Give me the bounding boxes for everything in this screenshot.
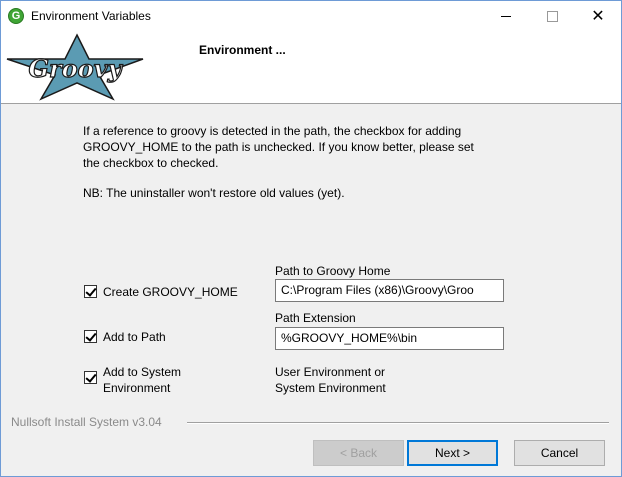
maximize-button (529, 1, 575, 31)
groovy-app-icon: G (8, 8, 24, 24)
create-groovy-home-checkbox[interactable] (84, 285, 97, 298)
page-title: Environment ... (199, 43, 286, 57)
logo-text: Groovy (28, 54, 123, 83)
add-to-system-env-checkbox[interactable] (84, 371, 97, 384)
intro-paragraph-2: NB: The uninstaller won't restore old va… (83, 186, 345, 200)
add-to-path-checkbox[interactable] (84, 330, 97, 343)
intro-text: If a reference to groovy is detected in … (83, 123, 483, 215)
footer-divider (187, 422, 609, 424)
app-icon-letter: G (11, 10, 21, 22)
window-controls: ✕ (483, 1, 621, 31)
window-title: Environment Variables (31, 9, 151, 23)
title-bar[interactable]: G Environment Variables ✕ (1, 1, 621, 31)
groovy-home-path-label: Path to Groovy Home (275, 264, 391, 278)
create-groovy-home-label: Create GROOVY_HOME (103, 285, 238, 299)
path-extension-label: Path Extension (275, 311, 356, 325)
installer-window: G Environment Variables ✕ Groovy Environ… (0, 0, 622, 477)
nsis-brand-label: Nullsoft Install System v3.04 (11, 415, 162, 429)
environment-type-line2: System Environment (275, 381, 386, 395)
environment-type-label: User Environment or System Environment (275, 364, 386, 396)
add-to-path-label: Add to Path (103, 330, 166, 344)
path-extension-input[interactable]: %GROOVY_HOME%\bin (275, 327, 504, 350)
add-to-path-option[interactable]: Add to Path (84, 329, 166, 345)
next-button[interactable]: Next > (407, 440, 498, 466)
close-button[interactable]: ✕ (575, 1, 621, 31)
minimize-button[interactable] (483, 1, 529, 31)
header-panel: Groovy Environment ... (1, 31, 621, 104)
cancel-button[interactable]: Cancel (514, 440, 605, 466)
environment-type-line1: User Environment or (275, 365, 386, 379)
groovy-logo-icon: Groovy (6, 33, 144, 101)
add-to-system-env-line1: Add to System (103, 365, 182, 379)
add-to-system-env-line2: Environment (103, 381, 171, 395)
intro-paragraph-1: If a reference to groovy is detected in … (83, 124, 474, 170)
add-to-system-env-option[interactable]: Add to System Environment (84, 364, 181, 396)
add-to-system-env-label: Add to System Environment (103, 364, 181, 396)
create-groovy-home-option[interactable]: Create GROOVY_HOME (84, 284, 238, 300)
back-button[interactable]: < Back (313, 440, 404, 466)
groovy-home-path-input[interactable]: C:\Program Files (x86)\Groovy\Groo (275, 279, 504, 302)
